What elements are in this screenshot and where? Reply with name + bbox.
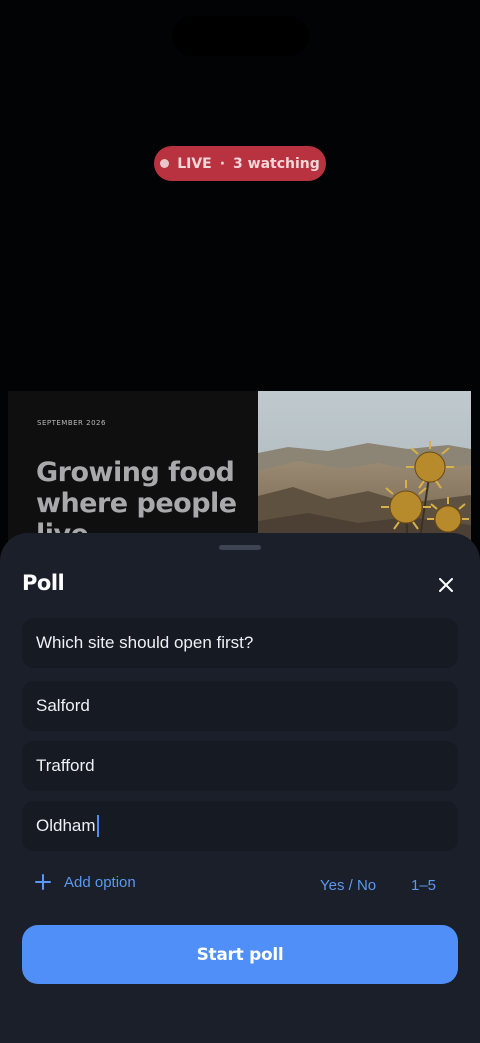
start-poll-button[interactable]: Start poll <box>22 925 458 984</box>
watching-count: 3 watching <box>233 155 320 172</box>
poll-sheet: Poll Which site should open first? Salfo… <box>0 533 480 1043</box>
live-label: LIVE <box>177 155 212 172</box>
option-text: Oldham <box>36 816 96 835</box>
yes-no-button[interactable]: Yes / No <box>320 877 376 894</box>
option-text: Trafford <box>36 756 95 775</box>
close-icon <box>439 578 453 592</box>
option-input-focused[interactable]: Oldham <box>22 801 458 851</box>
live-separator: · <box>219 155 226 172</box>
question-input[interactable]: Which site should open first? <box>22 618 458 668</box>
plus-icon <box>34 873 52 891</box>
close-button[interactable] <box>432 571 460 599</box>
camera-notch <box>172 16 309 56</box>
poll-title: Poll <box>22 571 65 595</box>
landscape-thistle-photo <box>258 391 471 551</box>
scale-button[interactable]: 1–5 <box>411 877 436 894</box>
live-status-badge: LIVE · 3 watching <box>154 146 326 181</box>
option-input[interactable]: Trafford <box>22 741 458 791</box>
question-text: Which site should open first? <box>36 633 254 652</box>
presentation-slide: SEPTEMBER 2026 Growing food where people… <box>8 391 471 551</box>
option-input[interactable]: Salford <box>22 681 458 731</box>
option-text: Salford <box>36 696 90 715</box>
sheet-grabber-handle[interactable] <box>219 545 261 550</box>
start-poll-label: Start poll <box>196 944 284 965</box>
live-dot-icon <box>160 159 170 168</box>
slide-date: SEPTEMBER 2026 <box>37 419 106 427</box>
text-caret <box>96 815 99 837</box>
add-option-button[interactable]: Add option <box>34 873 136 891</box>
add-option-label: Add option <box>64 873 136 891</box>
